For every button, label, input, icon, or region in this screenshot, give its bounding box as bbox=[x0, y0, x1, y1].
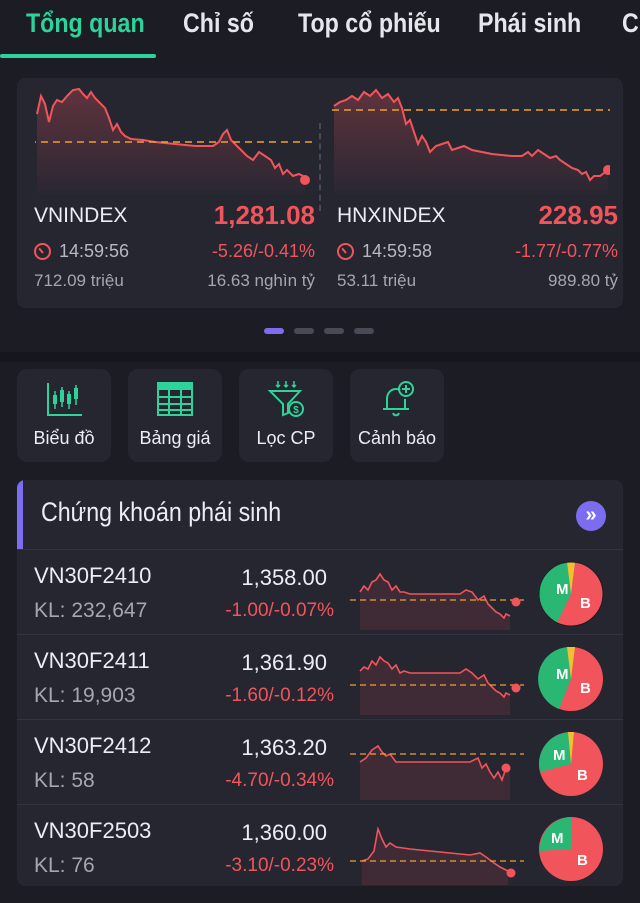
carousel-dot[interactable] bbox=[294, 328, 314, 334]
section-separator bbox=[0, 352, 640, 362]
bell-add-icon bbox=[383, 381, 414, 417]
buy-label: M bbox=[556, 581, 569, 598]
derivative-price: 1,360.00 bbox=[241, 820, 327, 845]
vnindex-time: 14:59:56 bbox=[34, 241, 129, 262]
buy-label: M bbox=[553, 747, 566, 764]
carousel-pagination bbox=[264, 328, 374, 334]
derivative-volume: KL: 58 bbox=[34, 769, 95, 792]
derivative-row[interactable]: VN30F2411 KL: 19,903 1,361.90 -1.60/-0.1… bbox=[17, 634, 623, 719]
vnindex-trade-value: 16.63 nghìn tỷ bbox=[207, 271, 315, 290]
carousel-dot[interactable] bbox=[354, 328, 374, 334]
vnindex-name: VNINDEX bbox=[34, 204, 128, 227]
quick-actions: Biểu đồ Bảng giá $ Lọc CP Cảnh báo bbox=[17, 369, 447, 462]
vnindex-last-point bbox=[300, 175, 310, 185]
sell-label: B bbox=[577, 852, 588, 869]
active-tab-indicator bbox=[0, 54, 156, 58]
derivative-price: 1,363.20 bbox=[241, 735, 327, 760]
derivative-sparkline bbox=[350, 655, 524, 715]
vnindex-sparkline bbox=[35, 87, 313, 194]
hnxindex-sparkline bbox=[332, 88, 610, 194]
buy-label: M bbox=[551, 830, 564, 847]
derivative-change: -1.00/-0.07% bbox=[225, 600, 334, 621]
hnxindex-area bbox=[334, 90, 608, 194]
derivative-symbol: VN30F2410 bbox=[34, 563, 152, 588]
hnxindex-value: 228.95 bbox=[538, 200, 618, 230]
stock-filter-button-label: Lọc CP bbox=[256, 428, 316, 448]
derivative-row[interactable]: VN30F2503 KL: 76 1,360.00 -3.10/-0.23% M… bbox=[17, 804, 623, 886]
stock-filter-icon: $ bbox=[267, 381, 304, 417]
derivative-change: -4.70/-0.34% bbox=[225, 770, 334, 791]
price-board-icon bbox=[157, 382, 193, 416]
hnxindex-volume: 53.11 triệu bbox=[337, 271, 417, 290]
buy-sell-pie: M B bbox=[539, 817, 603, 881]
panel-accent-bar bbox=[17, 480, 23, 550]
hnxindex-name: HNXINDEX bbox=[337, 204, 446, 227]
candlestick-chart-icon bbox=[47, 383, 82, 416]
derivative-volume: KL: 232,647 bbox=[34, 599, 148, 622]
vnindex-time-text: 14:59:56 bbox=[59, 241, 130, 261]
derivative-price: 1,358.00 bbox=[241, 565, 327, 590]
derivative-volume: KL: 76 bbox=[34, 854, 95, 877]
carousel-dot[interactable] bbox=[264, 328, 284, 334]
index-card-hnxindex[interactable]: HNXINDEX 228.95 14:59:58 -1.77/-0.77% 53… bbox=[320, 78, 623, 308]
buy-sell-pie: M B bbox=[538, 646, 603, 711]
market-index-carousel[interactable]: VNINDEX 1,281.08 14:59:56 -5.26/-0.41% 7… bbox=[17, 78, 623, 308]
derivative-sparkline bbox=[350, 826, 524, 885]
chart-button-label: Biểu đồ bbox=[33, 428, 95, 448]
sell-label: B bbox=[580, 595, 591, 612]
price-board-button[interactable]: Bảng giá bbox=[128, 369, 222, 462]
derivative-symbol: VN30F2503 bbox=[34, 818, 152, 843]
tab-indices[interactable]: Chỉ số bbox=[183, 8, 254, 39]
derivative-change: -3.10/-0.23% bbox=[225, 855, 334, 876]
top-tab-bar: Tổng quan Chỉ số Top cổ phiếu Phái sinh … bbox=[0, 0, 640, 58]
double-chevron-right-icon[interactable]: » bbox=[576, 501, 606, 531]
hnxindex-trade-value: 989.80 tỷ bbox=[548, 271, 618, 290]
alert-button-label: Cảnh báo bbox=[357, 428, 437, 448]
vnindex-change: -5.26/-0.41% bbox=[211, 241, 315, 261]
derivative-volume: KL: 19,903 bbox=[34, 684, 136, 707]
tab-top-stocks[interactable]: Top cổ phiếu bbox=[298, 8, 441, 39]
buy-sell-pie: M B bbox=[538, 561, 604, 627]
sell-label: B bbox=[577, 767, 588, 784]
derivative-row[interactable]: VN30F2410 KL: 232,647 1,358.00 -1.00/-0.… bbox=[17, 549, 623, 634]
carousel-dot[interactable] bbox=[324, 328, 344, 334]
hnxindex-time-text: 14:59:58 bbox=[362, 241, 433, 261]
tab-warrants[interactable]: Chứng quyền bbox=[622, 8, 640, 39]
clock-icon bbox=[337, 243, 354, 260]
tab-derivatives[interactable]: Phái sinh bbox=[478, 8, 581, 39]
derivatives-panel: Chứng khoán phái sinh » VN30F2410 KL: 23… bbox=[17, 480, 623, 886]
stock-filter-button[interactable]: $ Lọc CP bbox=[239, 369, 333, 462]
derivative-sparkline bbox=[350, 572, 524, 630]
index-card-vnindex[interactable]: VNINDEX 1,281.08 14:59:56 -5.26/-0.41% 7… bbox=[17, 78, 320, 308]
clock-icon bbox=[34, 243, 51, 260]
vnindex-value: 1,281.08 bbox=[213, 200, 315, 230]
tab-overview[interactable]: Tổng quan bbox=[26, 8, 145, 39]
hnxindex-change: -1.77/-0.77% bbox=[514, 241, 618, 261]
derivative-symbol: VN30F2411 bbox=[34, 648, 150, 673]
sell-label: B bbox=[580, 680, 591, 697]
derivative-change: -1.60/-0.12% bbox=[225, 685, 334, 706]
alert-button[interactable]: Cảnh báo bbox=[350, 369, 444, 462]
buy-sell-pie: M B bbox=[538, 732, 603, 796]
derivative-symbol: VN30F2412 bbox=[34, 733, 152, 758]
derivative-price: 1,361.90 bbox=[241, 650, 327, 675]
buy-label: M bbox=[556, 666, 569, 683]
chart-button[interactable]: Biểu đồ bbox=[17, 369, 111, 462]
price-board-button-label: Bảng giá bbox=[139, 428, 211, 448]
derivative-sparkline bbox=[350, 744, 524, 800]
vnindex-volume: 712.09 triệu bbox=[34, 271, 124, 290]
svg-text:$: $ bbox=[293, 405, 299, 416]
derivative-row[interactable]: VN30F2412 KL: 58 1,363.20 -4.70/-0.34% M… bbox=[17, 719, 623, 804]
hnxindex-time: 14:59:58 bbox=[337, 241, 432, 262]
panel-title: Chứng khoán phái sinh bbox=[41, 497, 282, 527]
